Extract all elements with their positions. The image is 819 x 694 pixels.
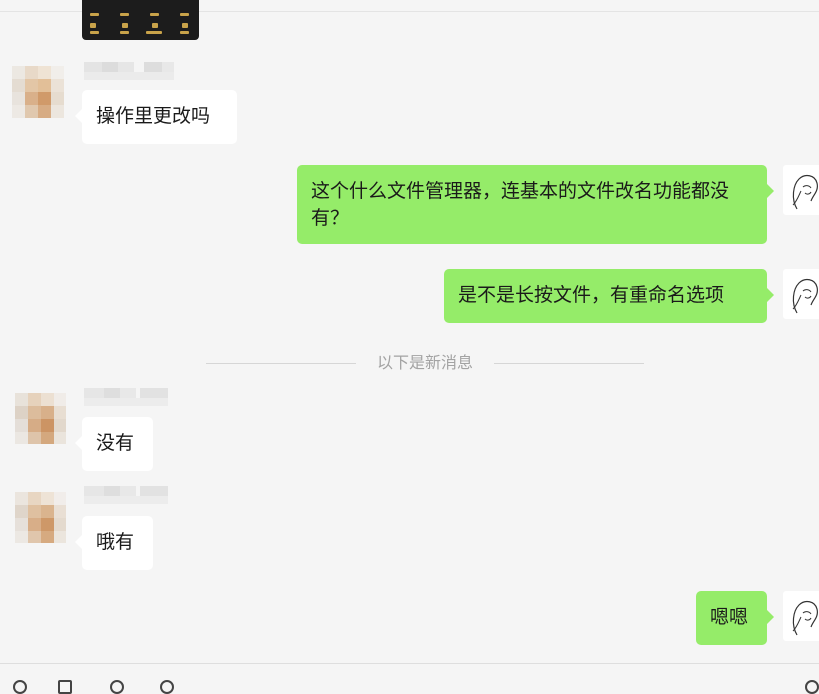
image-message-thumbnail[interactable]: [82, 0, 199, 40]
message-bubble-incoming[interactable]: 操作里更改吗: [75, 90, 237, 144]
scissors-icon[interactable]: [110, 680, 124, 694]
message-bubble-outgoing[interactable]: 这个什么文件管理器，连基本的文件改名功能都没有？: [297, 165, 774, 244]
folder-icon[interactable]: [58, 680, 72, 694]
message-bubble-incoming[interactable]: 没有: [75, 417, 153, 471]
sender-name-blurred: [84, 60, 182, 80]
own-avatar[interactable]: [783, 591, 819, 641]
contact-avatar[interactable]: [12, 66, 66, 120]
message-bubble-outgoing[interactable]: 嗯嗯: [696, 591, 774, 645]
chat-history-icon[interactable]: [160, 680, 174, 694]
phone-icon[interactable]: [805, 680, 819, 694]
emoji-icon[interactable]: [13, 680, 27, 694]
message-bubble-outgoing[interactable]: 是不是长按文件，有重命名选项: [444, 269, 774, 323]
contact-avatar[interactable]: [15, 492, 66, 543]
sketch-girl-icon: [792, 278, 818, 314]
own-avatar[interactable]: [783, 165, 819, 215]
sketch-girl-icon: [792, 600, 818, 636]
sender-name-blurred: [84, 484, 170, 504]
new-messages-label: 以下是新消息: [376, 353, 473, 372]
input-toolbar: [0, 663, 819, 694]
message-bubble-incoming[interactable]: 哦有: [75, 516, 153, 570]
new-messages-divider: 以下是新消息: [206, 352, 644, 374]
sender-name-blurred: [84, 386, 170, 406]
contact-avatar[interactable]: [15, 393, 66, 444]
own-avatar[interactable]: [783, 269, 819, 319]
sketch-girl-icon: [792, 174, 818, 210]
